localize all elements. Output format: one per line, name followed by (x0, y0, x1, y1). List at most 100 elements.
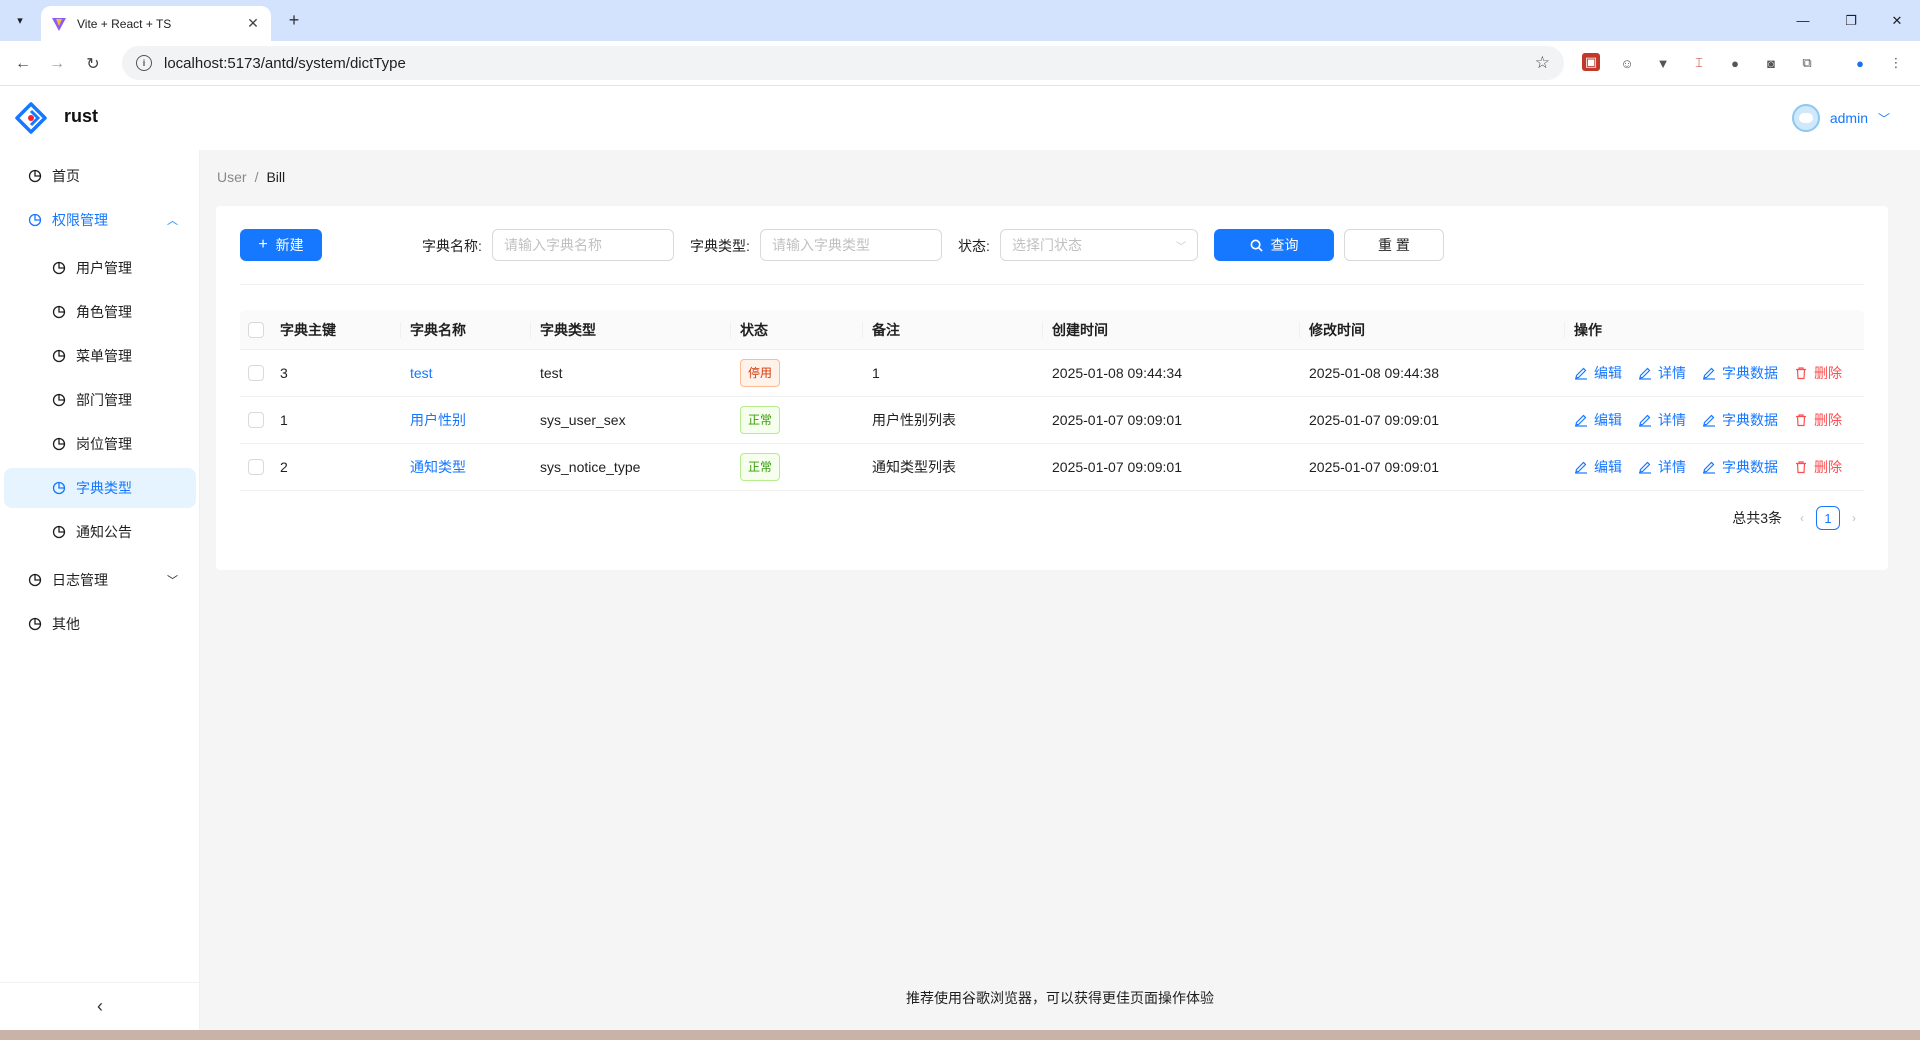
page-item[interactable]: 1 (1816, 506, 1840, 530)
extension-vue-icon[interactable]: ▼ (1653, 53, 1673, 73)
column-header: 字典名称 (410, 321, 466, 338)
delete-label: 删除 (1814, 459, 1842, 475)
detail-action[interactable]: 详情 (1638, 410, 1686, 430)
browser-menu-icon[interactable]: ⋮ (1886, 53, 1906, 73)
main-card: + 新建 字典名称: 请输入字典名称 字典类型: 请输入字典类型 状态: 选择门… (216, 206, 1888, 570)
restore-button[interactable]: ❐ (1828, 0, 1874, 41)
delete-label: 删除 (1814, 365, 1842, 381)
dict-type-input[interactable]: 请输入字典类型 (760, 229, 942, 261)
chevron-left-icon: ‹ (97, 996, 103, 1016)
dict-data-label: 字典数据 (1722, 365, 1778, 381)
status-select[interactable]: 选择门状态 ﹀ (1000, 229, 1198, 261)
cell-created: 2025-01-07 09:09:01 (1052, 412, 1182, 428)
edit-action[interactable]: 编辑 (1574, 363, 1622, 383)
back-button[interactable]: ← (10, 51, 36, 77)
forward-button[interactable]: → (44, 51, 70, 77)
delete-action[interactable]: 删除 (1794, 410, 1842, 430)
browser-toolbar: ← → ↻ i localhost:5173/antd/system/dictT… (0, 41, 1920, 86)
new-tab-button[interactable]: + (282, 8, 306, 32)
sidebar-item-home[interactable]: 首页 (4, 156, 196, 196)
sidebar-item-users[interactable]: 用户管理 (4, 248, 196, 288)
extension-red-icon[interactable]: ▣ (1582, 53, 1600, 71)
dict-data-action[interactable]: 字典数据 (1702, 410, 1778, 430)
extension-camera-icon[interactable]: ◙ (1761, 53, 1781, 73)
sidebar-item-dict-type[interactable]: 字典类型 (4, 468, 196, 508)
reset-button[interactable]: 重 置 (1344, 229, 1444, 261)
detail-action[interactable]: 详情 (1638, 457, 1686, 477)
edit-action[interactable]: 编辑 (1574, 457, 1622, 477)
sidebar-item-label: 部门管理 (76, 392, 132, 408)
taskbar-strip (0, 1030, 1920, 1040)
tab-close-icon[interactable]: ✕ (245, 15, 261, 32)
query-button[interactable]: 查询 (1214, 229, 1334, 261)
dict-type-table: 字典主键 字典名称 字典类型 状态 备注 创建时间 修改时间 操作 3 test… (240, 310, 1864, 491)
detail-label: 详情 (1658, 365, 1686, 381)
dict-type-label: 字典类型: (690, 238, 750, 254)
close-window-button[interactable]: ✕ (1874, 0, 1920, 41)
cell-name-link[interactable]: test (410, 350, 433, 396)
extensions-puzzle-icon[interactable]: ⧉ (1797, 53, 1817, 73)
browser-tab[interactable]: Vite + React + TS ✕ (41, 6, 271, 41)
profile-icon[interactable]: ● (1850, 53, 1870, 73)
sidebar-item-roles[interactable]: 角色管理 (4, 292, 196, 332)
row-select-cell (248, 350, 264, 396)
extension-face-icon[interactable]: ☺ (1617, 53, 1637, 73)
edit-icon (1703, 414, 1715, 427)
detail-label: 详情 (1658, 412, 1686, 428)
vite-favicon-icon (52, 17, 66, 31)
extension-bracket-icon[interactable]: ⌶ (1689, 53, 1709, 73)
pie-chart-icon (52, 305, 66, 319)
sidebar-item-departments[interactable]: 部门管理 (4, 380, 196, 420)
column-header: 修改时间 (1309, 321, 1365, 338)
select-all-checkbox[interactable] (248, 321, 264, 338)
sidebar-item-other[interactable]: 其他 (4, 604, 196, 644)
table-header: 字典主键 字典名称 字典类型 状态 备注 创建时间 修改时间 操作 (240, 310, 1864, 350)
breadcrumb-item[interactable]: User (217, 169, 247, 185)
delete-action[interactable]: 删除 (1794, 457, 1842, 477)
prev-page-icon[interactable]: ‹ (1792, 511, 1812, 525)
tab-search-button[interactable]: ▾ (8, 8, 32, 32)
sidebar-item-logs[interactable]: 日志管理 ﹀ (4, 560, 196, 600)
user-dropdown[interactable]: admin ﹀ (1791, 104, 1890, 132)
sidebar-item-permission[interactable]: 权限管理 ︿ (4, 200, 196, 240)
pie-chart-icon (52, 261, 66, 275)
sidebar-item-label: 权限管理 (52, 212, 108, 228)
sidebar-item-posts[interactable]: 岗位管理 (4, 424, 196, 464)
chevron-down-icon: ﹀ (1176, 242, 1186, 253)
dict-type-placeholder: 请输入字典类型 (772, 237, 870, 253)
edit-icon (1639, 414, 1651, 427)
delete-action[interactable]: 删除 (1794, 363, 1842, 383)
cell-status: 正常 (740, 397, 781, 443)
column-header: 操作 (1574, 321, 1602, 338)
dict-name-input[interactable]: 请输入字典名称 (492, 229, 674, 261)
sidebar-item-label: 角色管理 (76, 304, 132, 320)
search-icon (1250, 239, 1263, 252)
avatar (1791, 104, 1820, 132)
edit-action[interactable]: 编辑 (1574, 410, 1622, 430)
sidebar-item-notices[interactable]: 通知公告 (4, 512, 196, 552)
next-page-icon[interactable]: › (1844, 511, 1864, 525)
dict-data-action[interactable]: 字典数据 (1702, 363, 1778, 383)
edit-icon (1575, 414, 1587, 427)
cell-name-link[interactable]: 通知类型 (410, 444, 466, 490)
reload-button[interactable]: ↻ (80, 51, 106, 77)
detail-action[interactable]: 详情 (1638, 363, 1686, 383)
site-info-icon[interactable]: i (136, 55, 152, 71)
address-bar[interactable]: i localhost:5173/antd/system/dictType ☆ (122, 46, 1564, 80)
new-button[interactable]: + 新建 (240, 229, 322, 261)
row-checkbox[interactable] (248, 365, 264, 381)
row-checkbox[interactable] (248, 412, 264, 428)
trash-icon (1796, 414, 1806, 427)
cell-name-link[interactable]: 用户性别 (410, 397, 466, 443)
sidebar-collapse-button[interactable]: ‹ (0, 982, 200, 1030)
extension-bear-icon[interactable]: ● (1725, 53, 1745, 73)
dict-data-action[interactable]: 字典数据 (1702, 457, 1778, 477)
bookmark-star-icon[interactable]: ☆ (1535, 53, 1550, 73)
table-row: 3 test test 停用 1 2025-01-08 09:44:34 202… (240, 350, 1864, 397)
row-checkbox[interactable] (248, 459, 264, 475)
app-header: rust admin ﹀ (0, 86, 1920, 150)
pie-chart-icon (52, 437, 66, 451)
sidebar-item-menus[interactable]: 菜单管理 (4, 336, 196, 376)
chevron-up-icon: ︿ (167, 215, 178, 227)
minimize-button[interactable]: — (1780, 0, 1826, 41)
